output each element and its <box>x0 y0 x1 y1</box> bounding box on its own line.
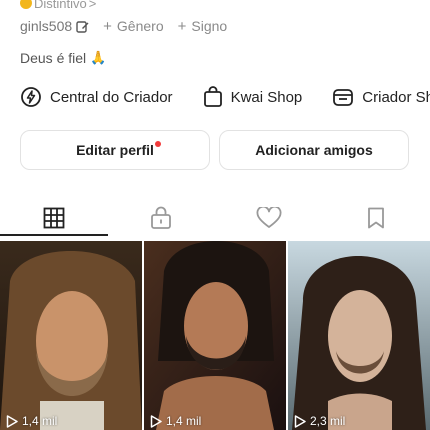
badge-row[interactable]: Distintivo > <box>20 0 97 11</box>
store-icon <box>333 89 354 106</box>
play-icon <box>294 414 306 428</box>
praying-hands-emoji: 🙏 <box>90 50 107 65</box>
link-label: Criador Sho <box>362 88 430 106</box>
link-criador-shop[interactable]: Criador Sho <box>332 87 430 107</box>
gender-field[interactable]: + Gênero <box>103 18 163 35</box>
video-thumbnail[interactable]: 1,4 mil <box>144 241 286 430</box>
link-central-do-criador[interactable]: Central do Criador <box>20 86 173 108</box>
edit-profile-button[interactable]: Editar perfil <box>20 130 210 170</box>
plus-icon: + <box>177 17 187 35</box>
profile-bio[interactable]: Deus é fiel 🙏 <box>20 50 106 66</box>
tab-saved[interactable] <box>323 196 430 240</box>
add-friends-button[interactable]: Adicionar amigos <box>219 130 409 170</box>
lightning-circle-icon <box>21 87 41 107</box>
profile-tabs <box>0 196 430 240</box>
badge-label: Distintivo <box>34 0 87 11</box>
view-count: 1,4 mil <box>6 414 57 428</box>
notification-dot <box>155 141 161 147</box>
sign-label: Signo <box>191 18 228 34</box>
edit-profile-label: Editar perfil <box>76 142 154 158</box>
link-kwai-shop[interactable]: Kwai Shop <box>203 86 303 108</box>
tab-private[interactable] <box>108 196 216 240</box>
chevron-right-icon: > <box>88 0 97 11</box>
profile-meta-row: ginls508 + Gênero + Signo <box>20 17 241 35</box>
bio-text: Deus é fiel <box>20 50 87 66</box>
video-cover-image <box>0 241 142 430</box>
view-count: 2,3 mil <box>294 414 345 428</box>
user-id[interactable]: ginls508 <box>20 18 72 34</box>
video-cover-image <box>144 241 286 430</box>
grid-icon <box>43 207 65 229</box>
shopping-bag-icon <box>203 86 222 107</box>
edit-icon[interactable] <box>76 20 89 33</box>
video-thumbnail[interactable]: 1,4 mil <box>0 241 142 430</box>
tab-grid[interactable] <box>0 196 108 240</box>
view-count-label: 2,3 mil <box>310 414 346 428</box>
lock-icon <box>151 206 172 229</box>
bookmark-icon <box>368 207 385 229</box>
sign-field[interactable]: + Signo <box>178 18 228 35</box>
play-icon <box>150 414 162 428</box>
video-grid: 1,4 mil 1,4 mil 2,3 mil <box>0 241 430 430</box>
gender-label: Gênero <box>116 18 164 34</box>
video-cover-image <box>288 241 430 430</box>
add-friends-label: Adicionar amigos <box>255 142 373 158</box>
play-icon <box>6 414 18 428</box>
link-label: Central do Criador <box>50 88 173 106</box>
view-count-label: 1,4 mil <box>166 414 202 428</box>
view-count-label: 1,4 mil <box>22 414 58 428</box>
heart-icon <box>256 207 282 228</box>
link-label: Kwai Shop <box>230 88 303 106</box>
plus-icon: + <box>103 17 112 35</box>
tab-liked[interactable] <box>215 196 323 240</box>
creator-links-row: Central do Criador Kwai Shop Criador Sho <box>20 84 430 110</box>
video-thumbnail[interactable]: 2,3 mil <box>288 241 430 430</box>
view-count: 1,4 mil <box>150 414 201 428</box>
badge-icon <box>20 0 32 9</box>
